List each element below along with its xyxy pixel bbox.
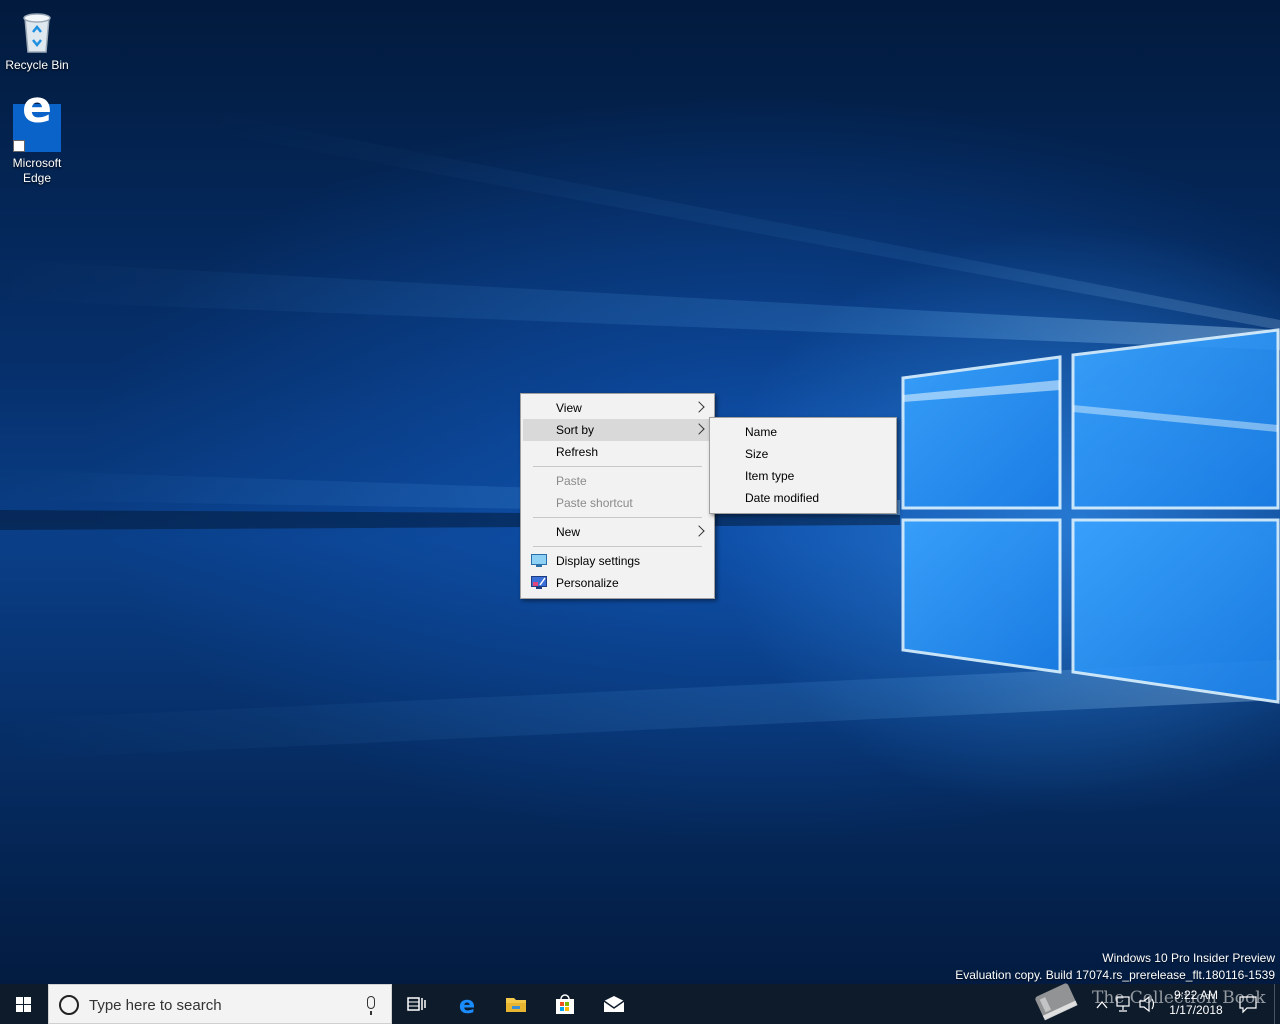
- submenu-item-date-modified[interactable]: Date modified: [712, 487, 894, 509]
- watermark-edition: Windows 10 Pro Insider Preview: [1102, 951, 1275, 965]
- recycle-bin-icon: [13, 6, 61, 54]
- menu-item-label: Paste shortcut: [556, 496, 633, 510]
- chevron-right-icon: [693, 525, 705, 537]
- svg-text:e: e: [459, 992, 475, 1016]
- edge-icon: e: [13, 86, 61, 152]
- network-tray-button[interactable]: [1114, 984, 1134, 1024]
- desktop-icon-microsoft-edge[interactable]: e Microsoft Edge: [0, 86, 74, 186]
- submenu-item-size[interactable]: Size: [712, 443, 894, 465]
- menu-separator: [533, 466, 702, 467]
- menu-item-label: New: [556, 525, 581, 539]
- menu-item-label: Display settings: [556, 554, 641, 568]
- cortana-icon: [59, 995, 79, 1015]
- sort-by-submenu: Name Size Item type Date modified: [709, 417, 897, 514]
- submenu-item-item-type[interactable]: Item type: [712, 465, 894, 487]
- menu-item-view[interactable]: View: [523, 397, 712, 419]
- clock-time: 9:22 AM: [1173, 988, 1219, 1002]
- desktop-context-menu: View Sort by Refresh Paste Paste shortcu…: [520, 393, 715, 599]
- menu-item-paste-shortcut: Paste shortcut: [523, 492, 712, 514]
- action-center-button[interactable]: [1236, 984, 1260, 1024]
- volume-tray-button[interactable]: [1138, 984, 1158, 1024]
- taskbar-app-edge[interactable]: e: [443, 984, 491, 1024]
- desktop-icon-label-line2: Edge: [22, 171, 52, 185]
- show-desktop-button[interactable]: [1274, 984, 1280, 1024]
- clock-date: 1/17/2018: [1169, 1003, 1223, 1017]
- taskbar-app-file-explorer[interactable]: [492, 984, 540, 1024]
- menu-item-label: Paste: [556, 474, 587, 488]
- network-icon: [1116, 996, 1130, 1012]
- menu-item-label: Name: [745, 425, 778, 439]
- windows-logo-icon: [16, 997, 32, 1012]
- desktop-icon-label-line1: Microsoft: [12, 156, 62, 170]
- menu-item-personalize[interactable]: Personalize: [523, 572, 712, 594]
- menu-item-new[interactable]: New: [523, 521, 712, 543]
- build-watermark: Windows 10 Pro Insider Preview Evaluatio…: [955, 950, 1275, 984]
- menu-item-display-settings[interactable]: Display settings: [523, 550, 712, 572]
- menu-separator: [533, 546, 702, 547]
- taskbar-app-mail[interactable]: [590, 984, 638, 1024]
- display-settings-icon: [531, 554, 547, 567]
- mail-icon: [603, 996, 625, 1012]
- edge-icon: e: [459, 992, 475, 1016]
- desktop-icon-label: Recycle Bin: [5, 58, 69, 72]
- chevron-right-icon: [693, 401, 705, 413]
- microphone-icon[interactable]: [367, 996, 375, 1015]
- taskbar-search-box[interactable]: Type here to search: [48, 984, 392, 1024]
- task-view-button[interactable]: [392, 984, 440, 1024]
- speaker-icon: [1139, 995, 1155, 1013]
- search-placeholder: Type here to search: [89, 997, 222, 1014]
- show-hidden-icons-button[interactable]: [1094, 984, 1110, 1024]
- chevron-up-icon: [1096, 1000, 1108, 1009]
- desktop-icon-recycle-bin[interactable]: Recycle Bin: [0, 6, 74, 73]
- menu-item-label: Date modified: [745, 491, 820, 505]
- task-view-icon: [407, 997, 426, 1011]
- system-clock[interactable]: 9:22 AM 1/17/2018: [1158, 988, 1234, 1018]
- menu-item-label: Size: [745, 447, 769, 461]
- notification-icon: [1239, 996, 1257, 1014]
- menu-item-paste: Paste: [523, 470, 712, 492]
- menu-item-label: View: [556, 401, 582, 415]
- personalize-icon: [531, 576, 547, 589]
- shortcut-arrow-icon: [13, 140, 25, 152]
- collection-book-logo-icon: [1035, 983, 1078, 1021]
- menu-item-label: Refresh: [556, 445, 599, 459]
- taskbar: Type here to search e The Collection Boo…: [0, 984, 1280, 1024]
- menu-item-label: Item type: [745, 469, 795, 483]
- menu-item-refresh[interactable]: Refresh: [523, 441, 712, 463]
- taskbar-app-store[interactable]: [541, 984, 589, 1024]
- file-explorer-icon: [506, 998, 526, 1012]
- menu-item-label: Personalize: [556, 576, 619, 590]
- start-button[interactable]: [0, 984, 48, 1024]
- submenu-item-name[interactable]: Name: [712, 421, 894, 443]
- menu-separator: [533, 517, 702, 518]
- watermark-build: Evaluation copy. Build 17074.rs_prerelea…: [955, 968, 1275, 982]
- menu-item-sort-by[interactable]: Sort by: [523, 419, 712, 441]
- menu-item-label: Sort by: [556, 423, 595, 437]
- chevron-right-icon: [693, 423, 705, 435]
- store-icon: [556, 994, 574, 1014]
